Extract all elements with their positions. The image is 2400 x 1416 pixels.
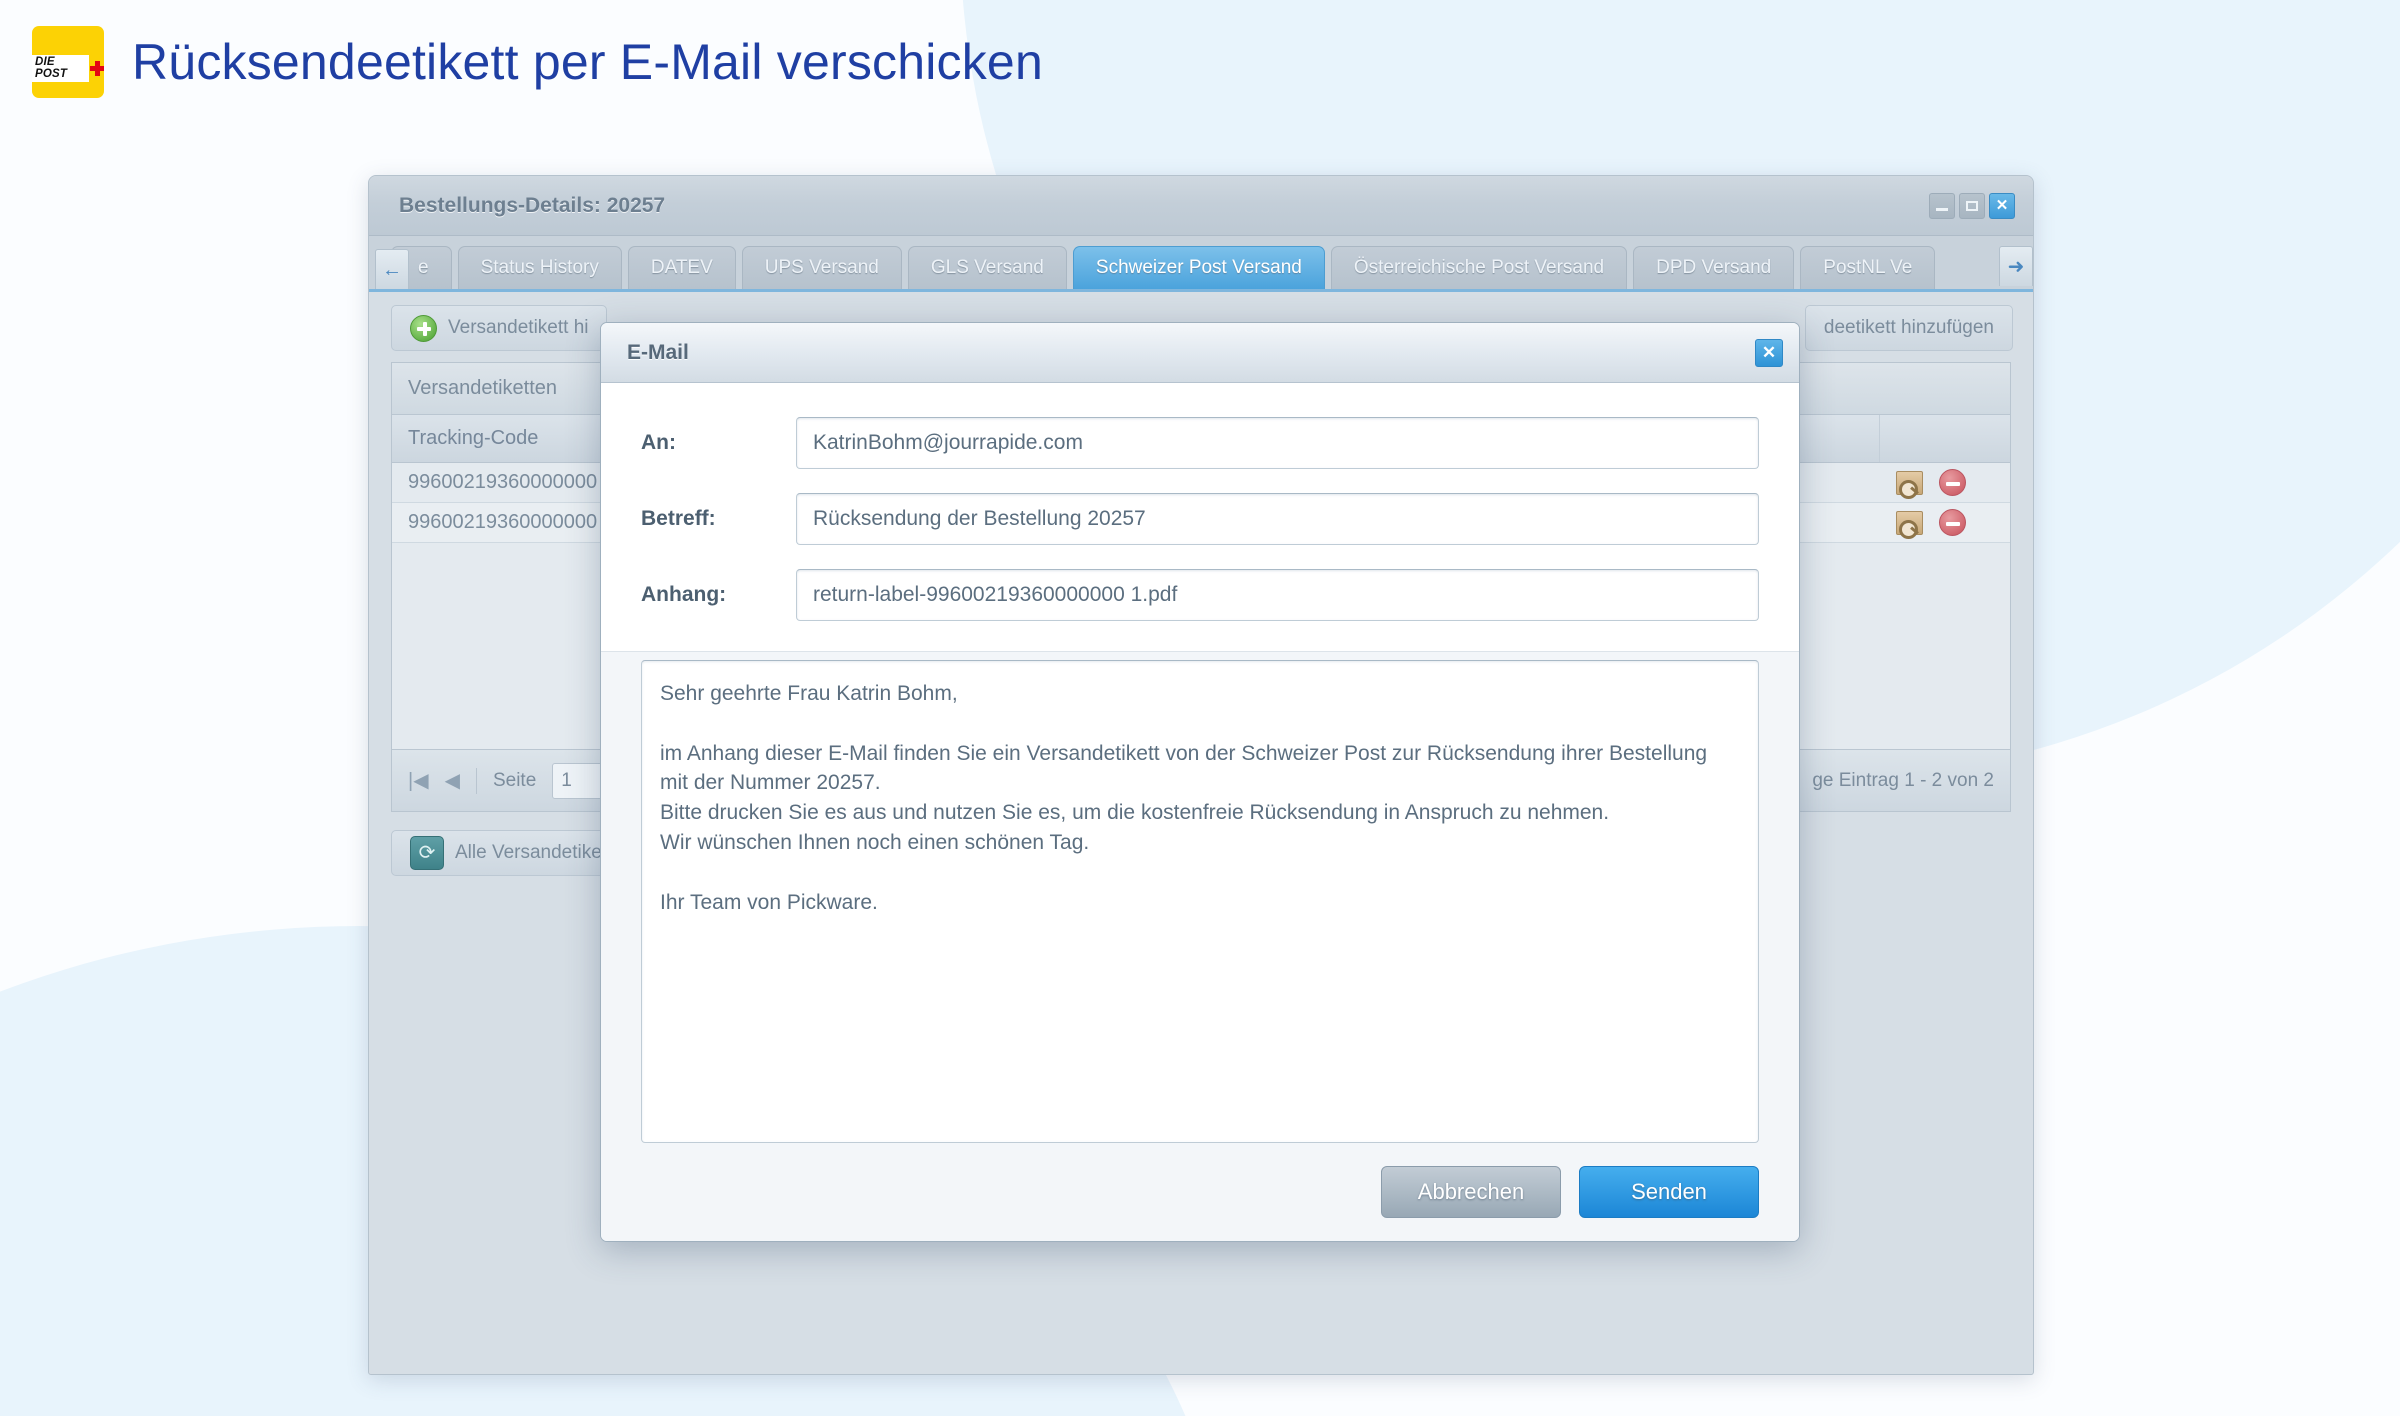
pager-summary: ge Eintrag 1 - 2 von 2 [1812, 769, 1994, 791]
all-shipping-labels-button[interactable]: ⟳ Alle Versandetike [391, 830, 621, 876]
send-button[interactable]: Senden [1579, 1166, 1759, 1218]
first-page-icon[interactable]: |◀ [408, 768, 429, 793]
tab-strip: ← e Status History DATEV UPS Versand GLS… [369, 236, 2033, 292]
column-header-actions [1880, 415, 2010, 462]
tab-status-history[interactable]: Status History [457, 246, 622, 289]
plus-circle-icon [410, 314, 437, 342]
email-body-textarea[interactable]: Sehr geehrte Frau Katrin Bohm, im Anhang… [641, 660, 1759, 1143]
minimize-button[interactable] [1929, 192, 1955, 219]
label-betreff: Betreff: [641, 507, 716, 530]
logo-wordmark: DIE POST [32, 55, 89, 82]
refresh-labels-icon: ⟳ [410, 836, 444, 870]
tab-scroll-right-icon[interactable]: ➜ [1999, 246, 2033, 286]
tab-dpd-versand[interactable]: DPD Versand [1633, 246, 1795, 289]
logo-lockup: DIE POST [32, 55, 104, 98]
package-search-icon[interactable] [1896, 510, 1923, 539]
attachment-input[interactable]: return-label-99600219360000000 1.pdf [796, 569, 1759, 621]
page-header: DIE POST Rücksendeetikett per E-Mail ver… [0, 0, 1043, 98]
tab-schweizer-post-versand[interactable]: Schweizer Post Versand [1072, 246, 1325, 289]
pager-divider [475, 767, 477, 794]
all-shipping-labels-text: Alle Versandetike [455, 842, 602, 863]
window-title: Bestellungs-Details: 20257 [399, 193, 666, 217]
field-row-an: An: KatrinBohm@jourrapide.com [641, 417, 1759, 469]
maximize-button[interactable] [1959, 192, 1985, 219]
package-search-icon[interactable] [1896, 470, 1923, 499]
add-return-label-button[interactable]: deetikett hinzufügen [1804, 305, 2013, 351]
cancel-button[interactable]: Abbrechen [1381, 1166, 1561, 1218]
minimize-icon [1936, 207, 1948, 211]
prev-page-icon[interactable]: ◀ [445, 768, 460, 793]
field-row-betreff: Betreff: Rücksendung der Bestellung 2025… [641, 493, 1759, 545]
tab-ups-versand[interactable]: UPS Versand [741, 246, 902, 289]
add-shipping-label-text: Versandetikett hi [448, 317, 589, 338]
add-return-label-text: deetikett hinzufügen [1823, 317, 1994, 338]
delete-icon[interactable] [1939, 509, 1966, 536]
page-title: Rücksendeetikett per E-Mail verschicken [132, 34, 1043, 90]
window-titlebar: Bestellungs-Details: 20257 ✕ [369, 176, 2033, 236]
tab-postnl-versand[interactable]: PostNL Ve [1800, 246, 1936, 289]
cell-actions [1880, 503, 2010, 542]
email-dialog-titlebar: E-Mail ✕ [601, 323, 1799, 383]
tab-oesterreichische-post-versand[interactable]: Österreichische Post Versand [1330, 246, 1628, 289]
window-controls: ✕ [1929, 192, 2015, 219]
recipient-input[interactable]: KatrinBohm@jourrapide.com [796, 417, 1759, 469]
maximize-icon [1966, 200, 1978, 211]
close-button[interactable]: ✕ [1989, 192, 2015, 219]
add-shipping-label-button[interactable]: Versandetikett hi [391, 305, 608, 351]
email-dialog-close-icon[interactable]: ✕ [1755, 338, 1783, 367]
delete-icon[interactable] [1939, 469, 1966, 496]
tab-datev[interactable]: DATEV [627, 246, 736, 289]
swiss-cross-icon [90, 61, 104, 76]
email-form: An: KatrinBohm@jourrapide.com Betreff: R… [601, 383, 1799, 652]
tab-gls-versand[interactable]: GLS Versand [907, 246, 1067, 289]
subject-input[interactable]: Rücksendung der Bestellung 20257 [796, 493, 1759, 545]
email-dialog: E-Mail ✕ An: KatrinBohm@jourrapide.com B… [600, 322, 1800, 1242]
pager-page-label: Seite [492, 769, 537, 791]
email-body-wrap: Sehr geehrte Frau Katrin Bohm, im Anhang… [601, 652, 1799, 1143]
label-anhang: Anhang: [641, 583, 727, 606]
field-row-anhang: Anhang: return-label-99600219360000000 1… [641, 569, 1759, 621]
die-post-logo: DIE POST [32, 26, 104, 98]
email-dialog-footer: Abbrechen Senden [601, 1143, 1799, 1241]
tab-scroll-left-icon[interactable]: ← [375, 249, 409, 289]
cell-actions [1880, 463, 2010, 502]
label-an: An: [641, 431, 676, 454]
email-dialog-title: E-Mail [627, 340, 689, 364]
